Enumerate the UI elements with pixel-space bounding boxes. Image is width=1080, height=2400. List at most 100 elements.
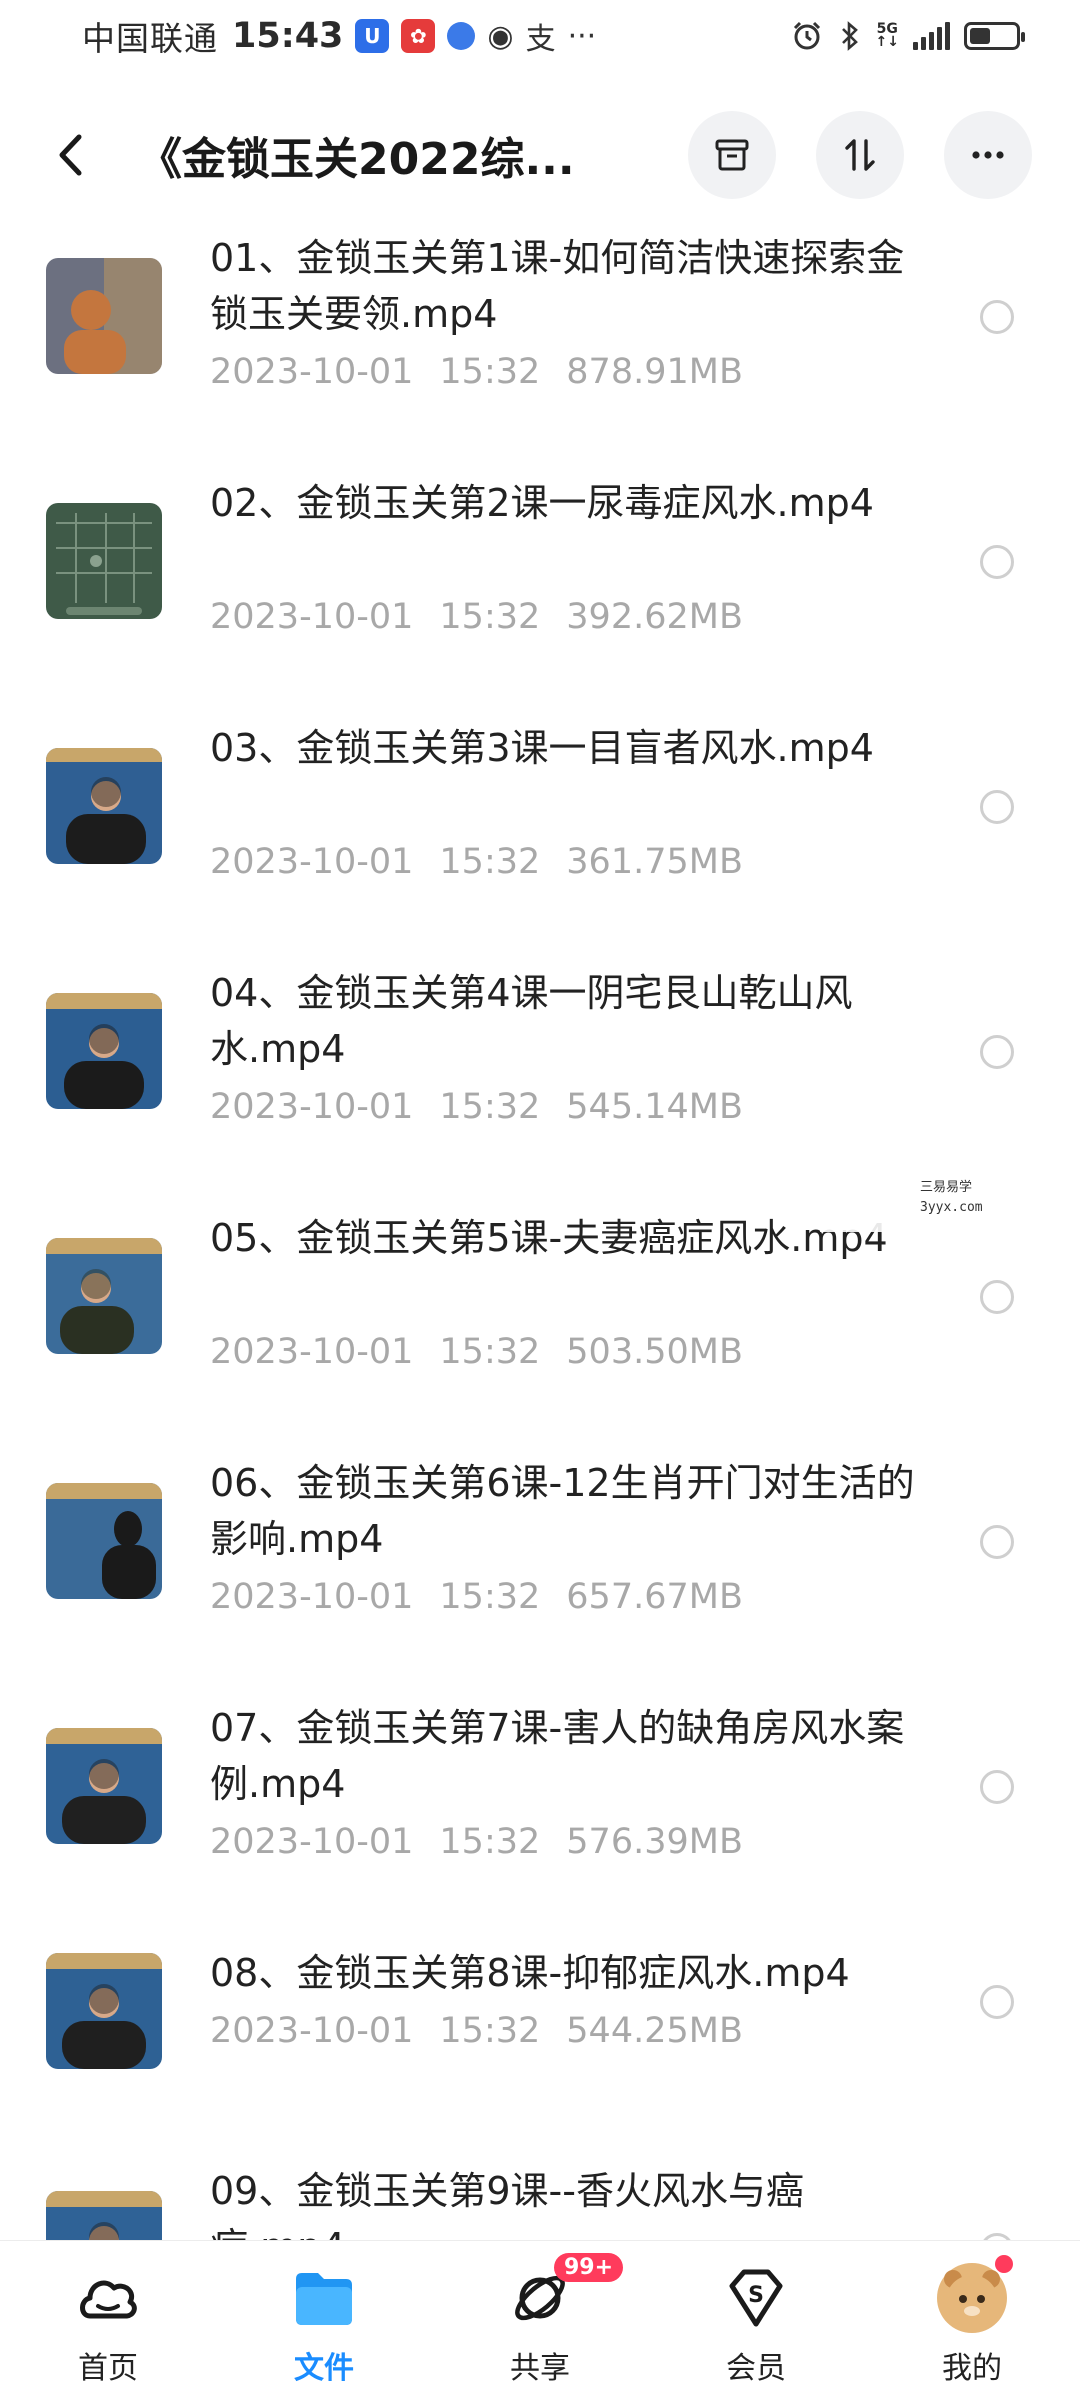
thumb-head <box>71 290 111 330</box>
file-size: 503.50MB <box>566 1332 743 1372</box>
nav-me[interactable]: 我的 <box>864 2241 1080 2400</box>
archive-button[interactable] <box>688 111 776 199</box>
sort-button[interactable] <box>816 111 904 199</box>
vip-diamond-icon: S <box>721 2263 791 2333</box>
thumb-bg <box>46 503 162 619</box>
avatar <box>937 2255 1013 2333</box>
file-size: 878.91MB <box>566 352 743 392</box>
nav-label: 首页 <box>78 2351 138 2386</box>
avatar-icon <box>937 2255 1013 2333</box>
header: 《金锁玉关2022综... <box>0 100 1080 210</box>
signal-icon <box>913 22 950 50</box>
file-date: 2023-10-01 <box>210 842 414 882</box>
folder-icon <box>289 2263 359 2333</box>
alarm-icon <box>793 21 820 50</box>
video-thumbnail <box>46 1728 162 1844</box>
nav-home[interactable]: 首页 <box>0 2241 216 2400</box>
page-title: 《金锁玉关2022综... <box>138 134 575 185</box>
thumbnail-graphic <box>46 1238 162 1354</box>
file-meta: 2023-10-01 15:32 657.67MB <box>210 1577 743 1617</box>
bluetooth-icon <box>841 21 858 51</box>
select-radio[interactable] <box>980 1985 1014 2019</box>
thumb-head <box>91 777 121 807</box>
thumb-body <box>64 330 126 374</box>
video-thumbnail <box>46 748 162 864</box>
file-row-06[interactable]: 06、金锁玉关第6课-12生肖开门对生活的影响.mp4 2023-10-01 1… <box>0 1455 1080 1700</box>
select-radio[interactable] <box>980 1035 1014 1069</box>
sort-icon <box>845 139 875 171</box>
thumb-head <box>89 1759 119 1789</box>
file-row-05[interactable]: 05、金锁玉关第5课-夫妻癌症风水.mp4 2023-10-01 15:32 5… <box>0 1210 1080 1455</box>
status-bar: 中国联通 15:43 U ✿ ◉ 支 ··· 5G ↑↓ <box>0 0 1080 72</box>
nav-label: 文件 <box>294 2351 354 2386</box>
nav-vip[interactable]: S 会员 <box>648 2241 864 2400</box>
file-size: 392.62MB <box>566 597 743 637</box>
file-date: 2023-10-01 <box>210 1822 414 1862</box>
file-row-07[interactable]: 07、金锁玉关第7课-害人的缺角房风水案例.mp4 2023-10-01 15:… <box>0 1700 1080 1945</box>
back-button[interactable] <box>40 115 100 195</box>
network-label: 5G <box>876 21 898 37</box>
file-meta: 2023-10-01 15:32 878.91MB <box>210 352 743 392</box>
file-meta: 2023-10-01 15:32 576.39MB <box>210 1822 743 1862</box>
carrier-label: 中国联通 <box>82 19 218 58</box>
video-thumbnail <box>46 1953 162 2069</box>
thumbnail-graphic <box>46 1953 162 2069</box>
file-time: 15:32 <box>439 1332 541 1372</box>
thumb-body <box>66 607 142 615</box>
file-time: 15:32 <box>439 597 541 637</box>
svg-text:S: S <box>748 2283 764 2308</box>
file-row-03[interactable]: 03、金锁玉关第3课一目盲者风水.mp4 2023-10-01 15:32 36… <box>0 720 1080 965</box>
screen: 中国联通 15:43 U ✿ ◉ 支 ··· 5G ↑↓ 《金锁玉关2022综.… <box>0 0 1080 2400</box>
status-left: 中国联通 15:43 U ✿ ◉ 支 ··· <box>82 12 596 60</box>
select-radio[interactable] <box>980 1525 1014 1559</box>
red-app-icon: ✿ <box>401 19 436 53</box>
thumbnail-graphic <box>46 993 162 1109</box>
select-radio[interactable] <box>980 545 1014 579</box>
file-size: 544.25MB <box>566 2011 743 2051</box>
blue-dot-icon <box>447 22 476 50</box>
file-time: 15:32 <box>439 1822 541 1862</box>
file-date: 2023-10-01 <box>210 2011 414 2051</box>
thumb-body <box>66 814 146 864</box>
thumbnail-graphic <box>46 748 162 864</box>
file-time: 15:32 <box>439 842 541 882</box>
thumb-head <box>89 1984 119 2014</box>
select-radio[interactable] <box>980 1280 1014 1314</box>
nav-label: 会员 <box>726 2351 786 2386</box>
alipay-icon: 支 <box>525 22 556 57</box>
file-row-08[interactable]: 08、金锁玉关第8课-抑郁症风水.mp4 2023-10-01 15:32 54… <box>0 1945 1080 2135</box>
thumb-body <box>62 2021 146 2069</box>
network-type: 5G ↑↓ <box>875 21 899 50</box>
watermark-line1: 三易易学 <box>920 1180 973 1195</box>
file-time: 15:32 <box>439 2011 541 2051</box>
file-time: 15:32 <box>439 352 541 392</box>
more-button[interactable] <box>944 111 1032 199</box>
chevron-left-icon <box>59 134 82 176</box>
archive-icon <box>715 139 749 171</box>
file-meta: 2023-10-01 15:32 503.50MB <box>210 1332 743 1372</box>
status-right: 5G ↑↓ <box>790 19 1025 53</box>
file-size: 361.75MB <box>566 842 743 882</box>
nav-files[interactable]: 文件 <box>216 2241 432 2400</box>
select-radio[interactable] <box>980 1770 1014 1804</box>
thumb-head <box>114 1511 142 1547</box>
file-name: 03、金锁玉关第3课一目盲者风水.mp4 <box>210 726 874 770</box>
select-radio[interactable] <box>980 790 1014 824</box>
file-row-01[interactable]: 01、金锁玉关第1课-如何简洁快速探索金锁玉关要领.mp4 2023-10-01… <box>0 230 1080 475</box>
file-meta: 2023-10-01 15:32 544.25MB <box>210 2011 743 2051</box>
clock: 15:43 <box>232 16 344 56</box>
select-radio[interactable] <box>980 300 1014 334</box>
file-meta: 2023-10-01 15:32 392.62MB <box>210 597 743 637</box>
thumb-head <box>89 1024 119 1054</box>
notification-dot <box>995 2255 1013 2273</box>
more-icon <box>972 151 1004 159</box>
video-thumbnail <box>46 1483 162 1599</box>
file-date: 2023-10-01 <box>210 1577 414 1617</box>
nav-share[interactable]: 99+ 共享 <box>432 2241 648 2400</box>
file-time: 15:32 <box>439 1577 541 1617</box>
file-name: 08、金锁玉关第8课-抑郁症风水.mp4 <box>210 1951 850 1995</box>
file-row-02[interactable]: 02、金锁玉关第2课一尿毒症风水.mp4 2023-10-01 15:32 39… <box>0 475 1080 720</box>
thumb-body <box>60 1306 134 1354</box>
nav-label: 共享 <box>510 2351 570 2386</box>
notification-badge: 99+ <box>554 2253 624 2282</box>
